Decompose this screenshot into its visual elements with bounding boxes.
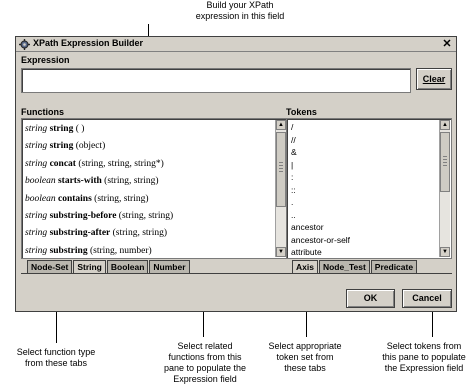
function-args: (string, string) bbox=[112, 228, 167, 239]
callout-function-tabs: Select function type from these tabs bbox=[16, 347, 96, 368]
token-item[interactable]: ancestor bbox=[289, 221, 350, 234]
tokens-pane[interactable]: ///& |:::... ancestor ancestor-or-self attri… bbox=[286, 118, 452, 259]
token-item[interactable]: . bbox=[289, 196, 350, 209]
arrow-up-icon[interactable]: ▲ bbox=[440, 120, 450, 130]
function-return-type: string bbox=[25, 141, 48, 152]
token-item[interactable]: : bbox=[289, 171, 350, 184]
close-icon[interactable]: ✕ bbox=[441, 38, 453, 50]
dialog-title: XPath Expression Builder bbox=[33, 38, 144, 48]
gear-icon bbox=[19, 39, 30, 50]
xpath-expression-builder-dialog: XPath Expression Builder ✕ Expression Cl… bbox=[15, 36, 457, 312]
tokens-list: ///& |:::... ancestor ancestor-or-self attri… bbox=[289, 121, 350, 258]
functions-pane[interactable]: string string ( ) string string (object) s… bbox=[21, 118, 288, 259]
token-item[interactable]: // bbox=[289, 134, 350, 147]
tab-baseline bbox=[21, 273, 288, 274]
function-return-type: boolean bbox=[25, 193, 56, 204]
tokens-scrollbar[interactable]: ▲ ▼ bbox=[439, 120, 450, 257]
cancel-button[interactable]: Cancel bbox=[402, 289, 452, 308]
function-name: string bbox=[49, 141, 74, 152]
function-args: (string, string, string*) bbox=[78, 158, 164, 169]
token-item[interactable]: .. bbox=[289, 209, 350, 222]
token-set-tabs: Axis Node_Test Predicate bbox=[292, 260, 418, 273]
function-args: (string, number) bbox=[89, 245, 152, 256]
token-item[interactable]: / bbox=[289, 121, 350, 134]
function-item[interactable]: boolean starts-with (string, string) bbox=[24, 173, 185, 190]
function-tab-number[interactable]: Number bbox=[149, 260, 190, 273]
arrow-down-icon[interactable]: ▼ bbox=[276, 247, 286, 257]
expression-field[interactable] bbox=[21, 68, 411, 93]
function-item[interactable]: string substring (string, number) bbox=[24, 243, 185, 258]
ok-button[interactable]: OK bbox=[346, 289, 395, 308]
scroll-thumb[interactable] bbox=[276, 132, 286, 207]
function-args: ( ) bbox=[75, 124, 85, 134]
function-tab-node-set[interactable]: Node-Set bbox=[27, 260, 73, 273]
function-type-tabs: Node-Set String Boolean Number bbox=[27, 260, 191, 273]
function-args: (object) bbox=[75, 141, 106, 152]
function-name: string bbox=[49, 124, 74, 134]
tab-baseline bbox=[286, 273, 452, 274]
function-args: (string, string) bbox=[118, 210, 174, 221]
function-item[interactable]: string substring-before (string, string) bbox=[24, 208, 185, 225]
callout-tokens-pane: Select tokens from this pane to populate… bbox=[382, 341, 466, 373]
function-name: concat bbox=[49, 158, 76, 169]
function-item[interactable]: boolean contains (string, string) bbox=[24, 191, 185, 208]
function-name: substring-before bbox=[49, 210, 117, 221]
token-item[interactable]: attribute bbox=[289, 246, 350, 258]
function-name: substring bbox=[49, 245, 88, 256]
token-item[interactable]: | bbox=[289, 159, 350, 172]
scroll-thumb[interactable] bbox=[440, 132, 450, 192]
expression-label: Expression bbox=[21, 55, 70, 65]
token-item[interactable]: ancestor-or-self bbox=[289, 234, 350, 247]
function-return-type: boolean bbox=[25, 176, 56, 187]
token-tab-node-test[interactable]: Node_Test bbox=[318, 260, 370, 273]
token-tab-axis[interactable]: Axis bbox=[292, 260, 318, 273]
function-return-type: string bbox=[25, 158, 48, 169]
tokens-label: Tokens bbox=[286, 107, 317, 117]
token-tab-predicate[interactable]: Predicate bbox=[370, 260, 418, 273]
function-args: (string, string) bbox=[94, 193, 149, 204]
functions-list: string string ( ) string string (object) s… bbox=[24, 121, 185, 258]
function-tab-boolean[interactable]: Boolean bbox=[106, 260, 149, 273]
function-return-type: string bbox=[25, 210, 48, 221]
function-name: substring-after bbox=[49, 228, 111, 239]
callout-functions-pane: Select related functions from this pane … bbox=[163, 341, 247, 384]
functions-label: Functions bbox=[21, 107, 64, 117]
arrow-down-icon[interactable]: ▼ bbox=[440, 247, 450, 257]
token-item[interactable]: :: bbox=[289, 184, 350, 197]
callout-token-tabs: Select appropriate token set from these … bbox=[268, 341, 342, 373]
function-args: (string, string) bbox=[104, 176, 159, 187]
callout-expression-field: Build your XPath expression in this fiel… bbox=[195, 0, 285, 21]
function-tab-string[interactable]: String bbox=[73, 260, 106, 273]
function-item[interactable]: string substring-after (string, string) bbox=[24, 225, 185, 242]
function-return-type: string bbox=[25, 245, 48, 256]
function-return-type: string bbox=[25, 124, 48, 134]
functions-scrollbar[interactable]: ▲ ▼ bbox=[275, 120, 286, 257]
token-item[interactable]: & bbox=[289, 146, 350, 159]
function-item[interactable]: string string (object) bbox=[24, 138, 185, 155]
function-return-type: string bbox=[25, 228, 48, 239]
function-name: contains bbox=[57, 193, 92, 204]
function-item[interactable]: string concat (string, string, string*) bbox=[24, 156, 185, 173]
function-name: starts-with bbox=[57, 176, 102, 187]
clear-button[interactable]: Clear bbox=[416, 68, 452, 90]
arrow-up-icon[interactable]: ▲ bbox=[276, 120, 286, 130]
function-item[interactable]: string string ( ) bbox=[24, 121, 185, 138]
title-bar[interactable]: XPath Expression Builder ✕ bbox=[16, 37, 456, 52]
